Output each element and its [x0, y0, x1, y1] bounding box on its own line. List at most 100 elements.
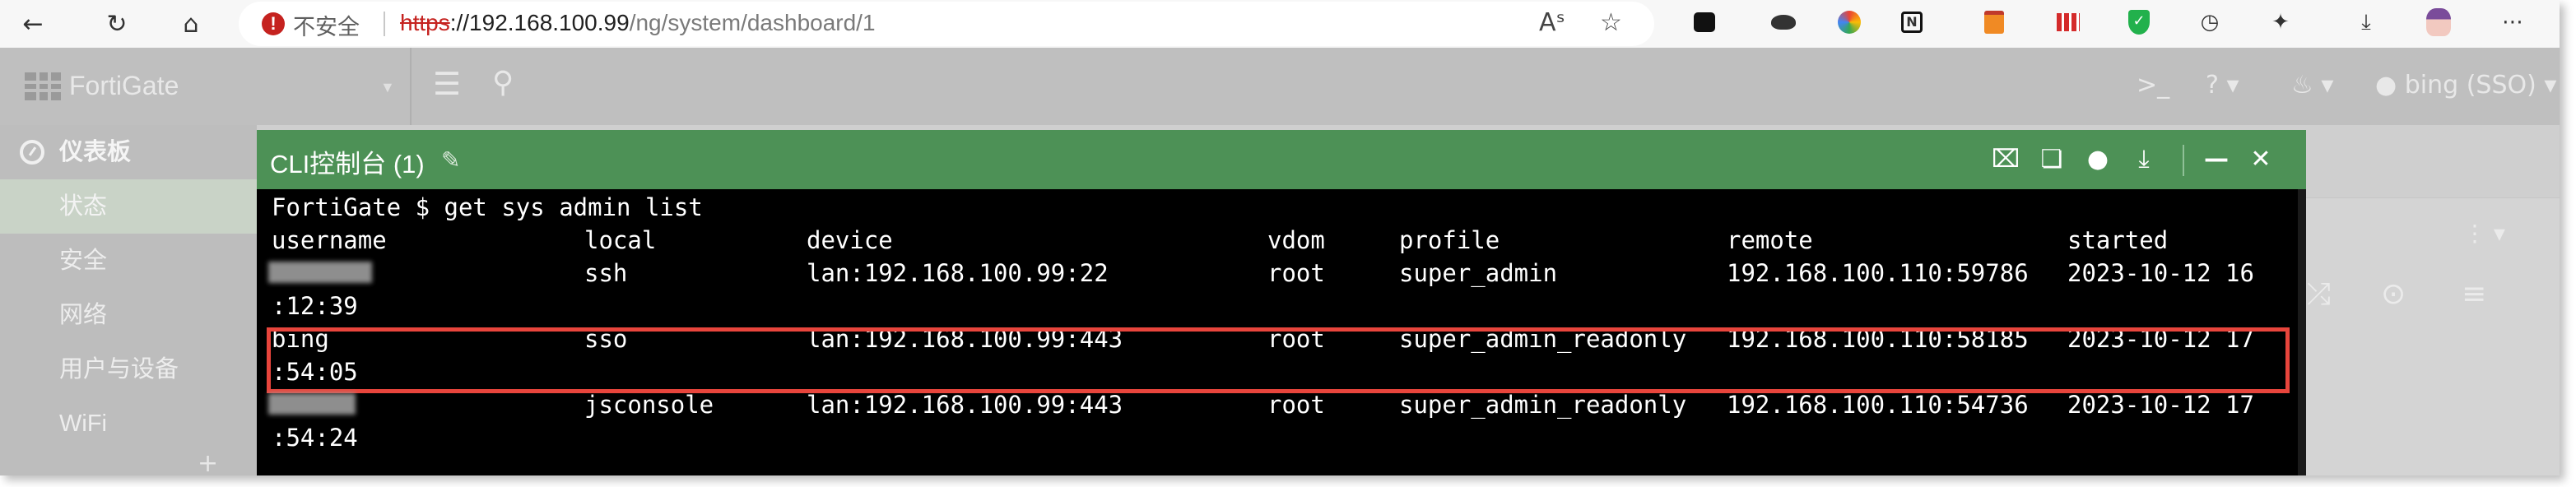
home-icon[interactable]: ⌂ — [174, 7, 207, 40]
sidebar-item-status[interactable]: 状态 — [0, 179, 257, 234]
sidebar-item-dashboard[interactable]: 仪表板 — [0, 125, 257, 179]
sidebar-item-label: 用户与设备 — [59, 356, 179, 383]
extension-clipboard-icon[interactable] — [1978, 7, 2010, 38]
extension-dark-icon[interactable] — [1689, 7, 1720, 38]
sidebar-item-wifi[interactable]: WiFi — [0, 397, 257, 451]
url-scheme: https — [400, 10, 450, 35]
sidebar-item-network[interactable]: 网络 — [0, 288, 257, 342]
extension-clock-icon[interactable]: ◷ — [2194, 7, 2225, 38]
highlight-box — [267, 327, 2290, 393]
reload-icon[interactable]: ↻ — [100, 7, 133, 40]
column-vdom: vdom — [1267, 226, 1325, 254]
user-label: bing (SSO) — [2404, 71, 2536, 100]
sidebar-item-users-devices[interactable]: 用户与设备 — [0, 342, 257, 397]
header-divider — [410, 48, 412, 125]
sidebar-item-label: WiFi — [59, 410, 107, 437]
more-menu-icon[interactable]: ⋯ — [2497, 7, 2528, 38]
cell-local: ssh — [584, 259, 628, 287]
browser-toolbar: ← ↻ ⌂ ! 不安全 https://192.168.100.99/ng/sy… — [0, 0, 2560, 49]
extension-grid-icon[interactable] — [2053, 7, 2084, 38]
extension-notion-icon[interactable]: N — [1896, 7, 1927, 38]
shuffle-icon[interactable]: ⤮ — [2307, 277, 2331, 312]
warning-icon[interactable]: ! — [262, 12, 285, 35]
url-text[interactable]: https://192.168.100.99/ng/system/dashboa… — [400, 10, 876, 36]
fortigate-logo-icon — [25, 72, 61, 100]
cell-vdom: root — [1267, 391, 1325, 419]
redacted-username — [268, 393, 356, 415]
search-icon[interactable]: ⚲ — [492, 66, 514, 100]
command-line: FortiGate $ get sys admin list — [272, 193, 703, 221]
extension-mask-icon[interactable] — [1768, 7, 1799, 38]
download-icon[interactable]: ⤓ — [2127, 141, 2161, 176]
download-icon[interactable]: ⤓ — [2350, 7, 2382, 38]
cli-terminal[interactable]: FortiGate $ get sys admin list username … — [257, 189, 2306, 475]
cell-remote: 192.168.100.110:59786 — [1727, 259, 2029, 287]
cell-started: 2023-10-12 16 — [2067, 259, 2254, 287]
user-icon: ● — [2375, 71, 2397, 100]
edit-pencil-icon[interactable]: ✎ — [441, 146, 460, 174]
record-icon[interactable]: ● — [2081, 141, 2115, 176]
fortigate-header: FortiGate ▼ ☰ ⚲ >_ ? ▾ ♨ ▾ ● bing (SSO) … — [0, 48, 2560, 125]
url-path: /ng/system/dashboard/1 — [629, 10, 876, 35]
extensions-puzzle-icon[interactable]: ✦ — [2265, 7, 2296, 38]
cli-console-title: CLI控制台 (1) — [270, 150, 425, 179]
sidebar-item-security[interactable]: 安全 — [0, 234, 257, 288]
favorite-star-icon[interactable]: ☆ — [1600, 8, 1622, 37]
profile-avatar-icon[interactable] — [2423, 7, 2454, 38]
sidebar-item-label: 仪表板 — [59, 139, 132, 165]
column-profile: profile — [1399, 226, 1500, 254]
toolbar-divider — [2183, 145, 2184, 176]
cli-console-icon[interactable]: >_ — [2137, 71, 2169, 100]
add-icon[interactable]: + — [198, 449, 218, 475]
cell-local: jsconsole — [584, 391, 714, 419]
address-divider — [384, 12, 385, 36]
hamburger-menu-icon[interactable]: ☰ — [433, 66, 461, 102]
column-started: started — [2067, 226, 2169, 254]
cell-device: lan:192.168.100.99:443 — [807, 391, 1123, 419]
extension-shield-icon[interactable]: ✓ — [2123, 7, 2155, 38]
back-arrow-icon[interactable]: ← — [16, 7, 49, 40]
clear-console-icon[interactable]: ⌧ — [1988, 141, 2023, 176]
sidebar-item-label: 网络 — [59, 302, 108, 328]
cell-device: lan:192.168.100.99:22 — [807, 259, 1109, 287]
filter-list-icon[interactable]: ≡ — [2462, 277, 2486, 311]
extension-color-circle-icon[interactable] — [1834, 7, 1865, 38]
cell-started: 2023-10-12 17 — [2067, 391, 2254, 419]
browser-window: ← ↻ ⌂ ! 不安全 https://192.168.100.99/ng/sy… — [0, 0, 2560, 475]
column-remote: remote — [1727, 226, 1813, 254]
minimize-icon[interactable]: — — [2199, 141, 2234, 176]
table-row: jsconsole lan:192.168.100.99:443 root su… — [268, 388, 2280, 421]
url-host: 192.168.100.99 — [469, 10, 630, 35]
cell-profile: super_admin_readonly — [1399, 391, 1687, 419]
cell-profile: super_admin — [1399, 259, 1558, 287]
terminal-scrollbar[interactable] — [2298, 189, 2306, 475]
close-icon[interactable]: ✕ — [2244, 141, 2278, 176]
widget-menu-icon[interactable]: ⋮ ▾ — [2463, 220, 2505, 247]
read-aloud-icon[interactable]: Aˢ — [1539, 8, 1565, 37]
column-device: device — [807, 226, 893, 254]
chevron-down-icon[interactable]: ▼ — [380, 79, 395, 96]
redacted-username — [268, 262, 372, 283]
user-menu[interactable]: ● bing (SSO) ▾ — [2375, 71, 2556, 100]
cli-console-header: CLI控制台 (1) ✎ ⌧ ❏ ● ⤓ — ✕ — [257, 130, 2306, 189]
table-header-row: username local device vdom profile remot… — [272, 224, 2280, 257]
cli-console-window: CLI控制台 (1) ✎ ⌧ ❏ ● ⤓ — ✕ FortiGate $ get… — [257, 130, 2306, 475]
row-continuation: :12:39 — [272, 292, 358, 320]
fortigate-title[interactable]: FortiGate — [69, 71, 179, 101]
address-bar[interactable]: ! 不安全 https://192.168.100.99/ng/system/d… — [239, 2, 1654, 46]
cell-remote: 192.168.100.110:54736 — [1727, 391, 2029, 419]
insecure-label[interactable]: 不安全 — [293, 9, 360, 41]
row-continuation: :54:24 — [272, 424, 358, 452]
column-local: local — [584, 226, 657, 254]
sidebar-item-label: 安全 — [59, 248, 108, 274]
copy-icon[interactable]: ❏ — [2034, 141, 2069, 176]
broadcast-icon[interactable]: ⊙ — [2381, 277, 2406, 311]
notification-bell-icon[interactable]: ♨ ▾ — [2291, 71, 2334, 100]
column-username: username — [272, 226, 387, 254]
sidebar-item-label: 状态 — [59, 193, 108, 220]
table-row: ssh lan:192.168.100.99:22 root super_adm… — [268, 257, 2280, 290]
help-icon[interactable]: ? ▾ — [2206, 71, 2239, 100]
dashboard-gauge-icon — [20, 140, 44, 165]
url-separator: :// — [449, 10, 470, 35]
sidebar: 仪表板 状态 安全 网络 用户与设备 WiFi + — [0, 125, 257, 475]
